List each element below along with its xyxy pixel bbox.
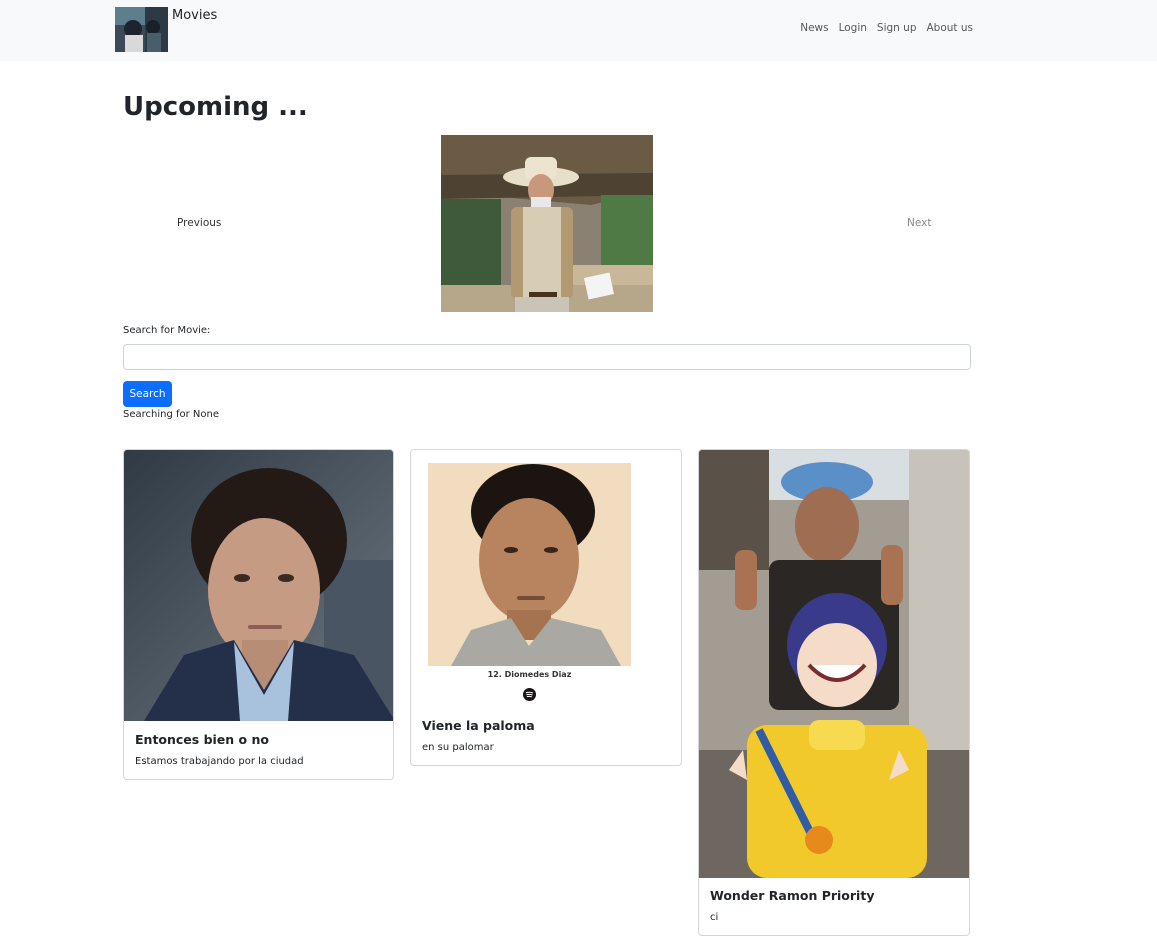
nav-link-login[interactable]: Login — [839, 22, 867, 34]
search-button[interactable]: Search — [123, 381, 172, 407]
carousel-prev-button[interactable]: Previous — [177, 217, 221, 229]
search-status: Searching for None — [123, 409, 220, 420]
card-image — [699, 450, 969, 878]
movie-card-2[interactable]: 12. Diomedes Diaz Viene la paloma en su … — [410, 449, 682, 766]
spotify-icon[interactable] — [523, 688, 536, 701]
card-text: Estamos trabajando por la ciudad — [135, 756, 304, 767]
card-text: ci — [710, 912, 719, 923]
card-image: 12. Diomedes Diaz — [411, 450, 681, 707]
nav-link-signup[interactable]: Sign up — [877, 22, 917, 34]
brand-name[interactable]: Movies — [172, 8, 217, 23]
brand-logo[interactable] — [115, 7, 168, 52]
movie-card-3[interactable]: Wonder Ramon Priority ci — [698, 449, 970, 936]
nav-link-news[interactable]: News — [800, 22, 828, 34]
card-body: Wonder Ramon Priority ci — [699, 888, 969, 923]
nav-links: News Login Sign up About us — [800, 22, 973, 34]
search-input[interactable] — [123, 344, 971, 370]
carousel-next-button[interactable]: Next — [907, 217, 931, 229]
movie-card-1[interactable]: Entonces bien o no Estamos trabajando po… — [123, 449, 394, 780]
search-label: Search for Movie: — [123, 325, 211, 336]
navbar: Movies News Login Sign up About us — [0, 0, 1157, 61]
card-title: Viene la paloma — [422, 718, 535, 733]
card-title: Entonces bien o no — [135, 732, 269, 747]
card-text: en su palomar — [422, 742, 494, 753]
card-title: Wonder Ramon Priority — [710, 888, 875, 903]
page-title: Upcoming ... — [123, 92, 308, 122]
carousel-image — [441, 135, 653, 312]
nav-link-about[interactable]: About us — [926, 22, 973, 34]
image-caption: 12. Diomedes Diaz — [487, 670, 572, 679]
card-image — [124, 450, 393, 721]
card-body: Viene la paloma en su palomar — [411, 718, 681, 753]
card-body: Entonces bien o no Estamos trabajando po… — [124, 732, 393, 767]
